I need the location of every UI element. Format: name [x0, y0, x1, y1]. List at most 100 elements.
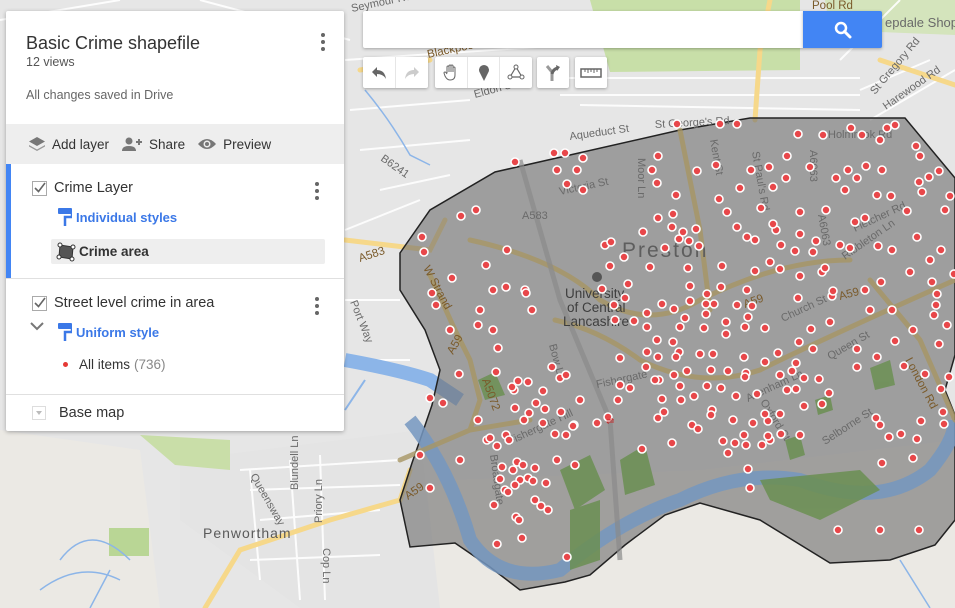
crime-point-marker[interactable]	[488, 325, 498, 335]
crime-point-marker[interactable]	[865, 305, 875, 315]
crime-point-marker[interactable]	[934, 166, 944, 176]
crime-point-marker[interactable]	[817, 399, 827, 409]
crime-point-marker[interactable]	[517, 533, 527, 543]
crime-point-marker[interactable]	[491, 367, 501, 377]
crime-point-marker[interactable]	[538, 418, 548, 428]
crime-point-marker[interactable]	[508, 465, 518, 475]
crime-point-marker[interactable]	[914, 525, 924, 535]
layer-visibility-checkbox[interactable]	[32, 181, 47, 196]
crime-point-marker[interactable]	[562, 179, 572, 189]
crime-point-marker[interactable]	[685, 281, 695, 291]
crime-point-marker[interactable]	[702, 381, 712, 391]
crime-point-marker[interactable]	[850, 217, 860, 227]
crime-point-marker[interactable]	[501, 282, 511, 292]
crime-point-marker[interactable]	[808, 344, 818, 354]
layer-crime-layer[interactable]: Crime Layer Individual styles Crime area	[6, 164, 344, 279]
crime-point-marker[interactable]	[675, 381, 685, 391]
crime-point-marker[interactable]	[678, 227, 688, 237]
crime-point-marker[interactable]	[768, 219, 778, 229]
crime-point-marker[interactable]	[763, 431, 773, 441]
crime-point-marker[interactable]	[877, 458, 887, 468]
crime-point-marker[interactable]	[711, 160, 721, 170]
crime-point-marker[interactable]	[887, 245, 897, 255]
crime-point-marker[interactable]	[945, 191, 955, 201]
crime-point-marker[interactable]	[455, 455, 465, 465]
crime-point-marker[interactable]	[860, 285, 870, 295]
crime-point-marker[interactable]	[757, 440, 767, 450]
crime-point-marker[interactable]	[768, 182, 778, 192]
base-map-toggle[interactable]: Base map	[6, 395, 344, 431]
crime-point-marker[interactable]	[915, 151, 925, 161]
crime-point-marker[interactable]	[561, 370, 571, 380]
crime-point-marker[interactable]	[641, 362, 651, 372]
crime-point-marker[interactable]	[657, 394, 667, 404]
crime-point-marker[interactable]	[653, 151, 663, 161]
crime-point-marker[interactable]	[917, 187, 927, 197]
crime-point-marker[interactable]	[425, 393, 435, 403]
crime-point-marker[interactable]	[860, 213, 870, 223]
crime-point-marker[interactable]	[745, 483, 755, 493]
crime-point-marker[interactable]	[538, 386, 548, 396]
crime-point-marker[interactable]	[782, 151, 792, 161]
crime-point-marker[interactable]	[530, 495, 540, 505]
crime-point-marker[interactable]	[890, 120, 900, 130]
crime-point-marker[interactable]	[739, 352, 749, 362]
crime-point-marker[interactable]	[613, 395, 623, 405]
crime-point-marker[interactable]	[619, 252, 629, 262]
crime-point-marker[interactable]	[896, 429, 906, 439]
crime-point-marker[interactable]	[699, 323, 709, 333]
crime-point-marker[interactable]	[540, 404, 550, 414]
crime-point-marker[interactable]	[667, 438, 677, 448]
crime-point-marker[interactable]	[722, 207, 732, 217]
crime-point-marker[interactable]	[912, 232, 922, 242]
crime-point-marker[interactable]	[871, 413, 881, 423]
crime-point-marker[interactable]	[473, 415, 483, 425]
search-button[interactable]	[803, 11, 882, 48]
crime-point-marker[interactable]	[572, 165, 582, 175]
all-items-entry[interactable]: All items (736)	[63, 357, 166, 372]
crime-point-marker[interactable]	[543, 505, 553, 515]
crime-point-marker[interactable]	[638, 227, 648, 237]
crime-point-marker[interactable]	[454, 369, 464, 379]
crime-point-marker[interactable]	[523, 377, 533, 387]
crime-point-marker[interactable]	[568, 421, 578, 431]
crime-point-marker[interactable]	[912, 434, 922, 444]
crime-point-marker[interactable]	[561, 430, 571, 440]
crime-point-marker[interactable]	[790, 246, 800, 256]
crime-point-marker[interactable]	[701, 309, 711, 319]
crime-point-marker[interactable]	[936, 384, 946, 394]
crime-point-marker[interactable]	[431, 300, 441, 310]
crime-point-marker[interactable]	[549, 148, 559, 158]
undo-button[interactable]	[363, 57, 396, 88]
crime-point-marker[interactable]	[775, 370, 785, 380]
crime-point-marker[interactable]	[653, 352, 663, 362]
crime-point-marker[interactable]	[667, 222, 677, 232]
crime-point-marker[interactable]	[743, 312, 753, 322]
crime-point-marker[interactable]	[514, 515, 524, 525]
crime-point-marker[interactable]	[795, 229, 805, 239]
crime-point-marker[interactable]	[609, 300, 619, 310]
crime-point-marker[interactable]	[899, 361, 909, 371]
crime-point-marker[interactable]	[857, 130, 867, 140]
crime-point-marker[interactable]	[685, 296, 695, 306]
crime-point-marker[interactable]	[742, 285, 752, 295]
crime-point-marker[interactable]	[550, 429, 560, 439]
crime-point-marker[interactable]	[877, 165, 887, 175]
crime-point-marker[interactable]	[806, 324, 816, 334]
crime-point-marker[interactable]	[504, 435, 514, 445]
crime-point-marker[interactable]	[740, 372, 750, 382]
crime-point-marker[interactable]	[748, 418, 758, 428]
crime-point-marker[interactable]	[473, 320, 483, 330]
crime-point-marker[interactable]	[940, 205, 950, 215]
crime-point-marker[interactable]	[805, 162, 815, 172]
preview-button[interactable]: Preview	[197, 137, 271, 152]
layer-street-level-crime[interactable]: Street level crime in area Uniform style…	[6, 279, 344, 395]
crime-point-marker[interactable]	[489, 500, 499, 510]
crime-point-marker[interactable]	[908, 453, 918, 463]
crime-point-marker[interactable]	[708, 349, 718, 359]
crime-point-marker[interactable]	[732, 119, 742, 129]
crime-point-marker[interactable]	[518, 460, 528, 470]
crime-point-marker[interactable]	[814, 374, 824, 384]
crime-point-marker[interactable]	[510, 403, 520, 413]
crime-point-marker[interactable]	[547, 362, 557, 372]
